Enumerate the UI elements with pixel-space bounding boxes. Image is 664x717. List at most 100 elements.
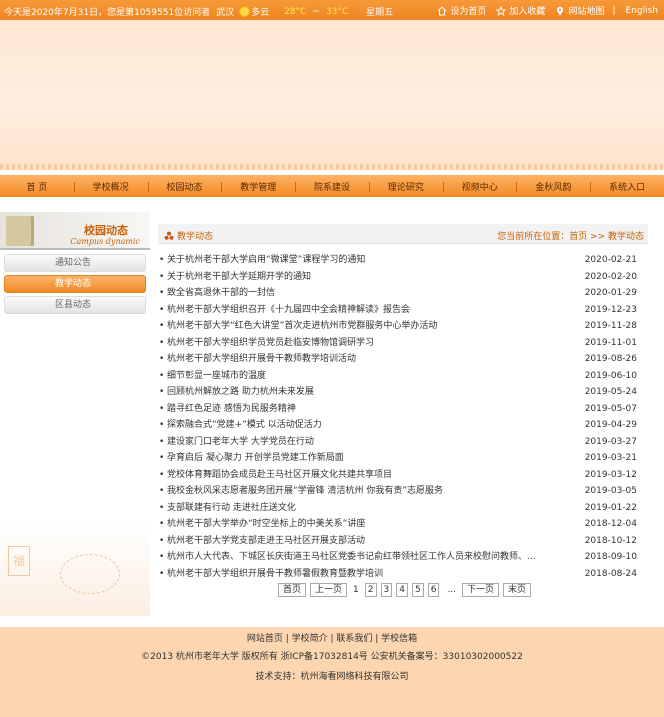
news-title[interactable]: 致全省高退休干部的一封信 xyxy=(167,285,567,302)
bullet-icon: • xyxy=(159,453,165,463)
top-links: 设为首页 加入收藏 网站地图 | English xyxy=(427,4,658,17)
weather-city: 武汉 xyxy=(216,8,235,18)
bullet-icon: • xyxy=(159,535,165,546)
add-favorite-link[interactable]: 加入收藏 xyxy=(496,4,545,17)
list-item[interactable]: • 建设家门口老年大学 大学党员在行动 2019-03-27 xyxy=(158,434,648,451)
list-item[interactable]: • 致全省高退休干部的一封信 2020-01-29 xyxy=(158,285,648,302)
news-title[interactable]: 杭州市人大代表、下城区长庆街道王马社区党委书记俞红带领社区工作人员来校慰问教师、… xyxy=(167,549,567,566)
list-item[interactable]: • 支部联建有行动 走进社庄送文化 2019-01-22 xyxy=(158,500,648,517)
page-3[interactable]: 3 xyxy=(380,583,393,597)
news-date: 2019-11-28 xyxy=(584,321,637,331)
news-title[interactable]: 杭州老干部大学举办“时空坐标上的中美关系”讲座 xyxy=(167,516,567,533)
list-item[interactable]: • 探索融合式“党建+”模式 以活动促活力 2019-04-29 xyxy=(158,417,648,434)
banner-stripe xyxy=(0,164,664,170)
prev-page-button[interactable]: 上一页 xyxy=(310,583,348,597)
page-4[interactable]: 4 xyxy=(396,583,408,597)
list-item[interactable]: • 杭州老干部大学党支部走进王马社区开展支部活动 2018-10-12 xyxy=(158,533,648,550)
news-title[interactable]: 细节彰显一座城市的温度 xyxy=(167,368,567,385)
news-title[interactable]: 杭州老干部大学“红色大讲堂”首次走进杭州市党群服务中心举办活动 xyxy=(167,318,567,335)
news-date: 2019-03-05 xyxy=(584,486,637,496)
sidebar: 校园动态 Campus dynamic 通知公告 教学动态 区县动态 福 xyxy=(0,212,150,616)
nav-home[interactable]: 首 页 xyxy=(0,180,74,193)
last-page-button[interactable]: 末页 xyxy=(503,583,532,597)
news-title[interactable]: 关于杭州老干部大学启用“微课堂”课程学习的通知 xyxy=(167,252,567,269)
news-date: 2019-05-07 xyxy=(584,403,637,414)
news-title[interactable]: 关于杭州老干部大学延期开学的通知 xyxy=(167,269,567,286)
breadcrumb[interactable]: 您当前所在位置：首页 >> 教学动态 xyxy=(497,229,644,242)
news-date: 2020-02-20 xyxy=(584,271,637,282)
news-title[interactable]: 建设家门口老年大学 大学党员在行动 xyxy=(167,434,567,451)
news-title[interactable]: 杭州老干部大学组织开展骨干教师暑假教育暨教学培训 xyxy=(167,566,567,583)
sidebar-item-teaching-news[interactable]: 教学动态 xyxy=(4,275,146,293)
nav-golden-autumn[interactable]: 金秋风韵 xyxy=(516,180,590,193)
list-item[interactable]: • 关于杭州老干部大学延期开学的通知 2020-02-20 xyxy=(158,269,648,286)
page-5[interactable]: 5 xyxy=(411,583,424,597)
news-date: 2019-06-10 xyxy=(584,370,637,381)
bullet-icon: • xyxy=(159,271,165,282)
nav-video-center[interactable]: 视频中心 xyxy=(442,180,517,193)
list-item[interactable]: • 回顾杭州解放之路 助力杭州未来发展 2019-05-24 xyxy=(158,384,648,401)
temp-high: 33°C xyxy=(325,6,349,17)
news-title[interactable]: 孕育启后 凝心聚力 开创学员党建工作新局面 xyxy=(167,450,567,467)
list-item[interactable]: • 孕育启后 凝心聚力 开创学员党建工作新局面 2019-03-21 xyxy=(158,450,648,467)
list-item[interactable]: • 我校金秋风采志愿者服务团开展“学雷锋 清洁杭州 你我有责”志愿服务 2019-0… xyxy=(158,483,648,500)
add-favorite-label: 加入收藏 xyxy=(509,7,546,17)
list-item[interactable]: • 杭州老干部大学组织开展骨干教师教学培训活动 2019-08-26 xyxy=(158,351,648,368)
nav-campus-news[interactable]: 校园动态 xyxy=(147,180,222,193)
sidebar-item-notices[interactable]: 通知公告 xyxy=(4,254,146,272)
nav-school-overview[interactable]: 学校概况 xyxy=(73,180,148,193)
bullet-icon: • xyxy=(159,568,165,579)
news-date: 2019-01-22 xyxy=(584,502,637,513)
flower-bullet-icon xyxy=(164,231,174,240)
sidebar-subtitle: Campus dynamic xyxy=(70,237,140,246)
bullet-icon: • xyxy=(159,387,165,397)
news-title[interactable]: 回顾杭州解放之路 助力杭州未来发展 xyxy=(167,384,567,401)
list-item[interactable]: • 关于杭州老干部大学启用“微课堂”课程学习的通知 2020-02-21 xyxy=(158,252,648,269)
sidebar-decoration: 福 xyxy=(0,524,150,616)
list-item[interactable]: • 杭州老干部大学“红色大讲堂”首次走进杭州市党群服务中心举办活动 2019-11-… xyxy=(158,318,648,335)
bullet-icon: • xyxy=(159,486,165,496)
news-title[interactable]: 杭州老干部大学组织学员党员赴临安博物馆调研学习 xyxy=(167,335,567,352)
bullet-icon: • xyxy=(159,420,165,430)
nav-system-entry[interactable]: 系统入口 xyxy=(590,180,664,193)
star-icon xyxy=(496,5,507,16)
sidebar-item-district-news[interactable]: 区县动态 xyxy=(4,296,146,314)
bullet-icon: • xyxy=(159,502,165,513)
list-item[interactable]: • 党校体育舞蹈协会成员赴王马社区开展文化共建共享项目 2019-03-12 xyxy=(158,467,648,484)
news-date: 2018-09-10 xyxy=(584,552,637,562)
news-title[interactable]: 探索融合式“党建+”模式 以活动促活力 xyxy=(167,417,567,434)
news-title[interactable]: 杭州老干部大学组织召开《十九届四中全会精神解读》报告会 xyxy=(167,302,567,319)
news-title[interactable]: 我校金秋风采志愿者服务团开展“学雷锋 清洁杭州 你我有责”志愿服务 xyxy=(167,483,567,500)
first-page-button[interactable]: 首页 xyxy=(278,583,307,597)
home-icon xyxy=(438,5,447,15)
sidebar-title: 校园动态 xyxy=(84,224,128,237)
page-2[interactable]: 2 xyxy=(364,583,377,597)
nav-theory-research[interactable]: 理论研究 xyxy=(368,180,443,193)
top-bar-info: 今天是2020年7月31日，您是第1059551位访问者 武汉 多云 28°C … xyxy=(4,5,399,19)
news-title[interactable]: 支部联建有行动 走进社庄送文化 xyxy=(167,500,567,517)
set-homepage-link[interactable]: 设为首页 xyxy=(437,4,486,17)
list-item[interactable]: • 杭州市人大代表、下城区长庆街道王马社区党委书记俞红带领社区工作人员来校慰问教师… xyxy=(158,549,648,566)
footer-copyright: ©2013 杭州市老年大学 版权所有 浙ICP备17032814号 公安机关备案… xyxy=(141,652,523,662)
list-item[interactable]: • 杭州老干部大学组织开展骨干教师暑假教育暨教学培训 2018-08-24 xyxy=(158,566,648,583)
list-item[interactable]: • 杭州老干部大学组织学员党员赴临安博物馆调研学习 2019-11-01 xyxy=(158,335,648,352)
list-item[interactable]: • 踏寻红色足迹 感悟为民服务精神 2019-05-07 xyxy=(158,401,648,418)
news-title[interactable]: 党校体育舞蹈协会成员赴王马社区开展文化共建共享项目 xyxy=(167,467,567,484)
sitemap-link[interactable]: 网站地图 xyxy=(555,4,604,17)
temp-sep: ~ xyxy=(312,6,320,17)
english-link[interactable]: English xyxy=(626,6,659,16)
bullet-icon: • xyxy=(159,321,165,331)
next-page-button[interactable]: 下一页 xyxy=(462,583,500,597)
page-6[interactable]: 6 xyxy=(427,583,440,597)
news-title[interactable]: 杭州老干部大学组织开展骨干教师教学培训活动 xyxy=(167,351,567,368)
news-title[interactable]: 杭州老干部大学党支部走进王马社区开展支部活动 xyxy=(167,533,567,550)
footer-links[interactable]: 网站首页 | 学校简介 | 联系我们 | 学校信箱 xyxy=(0,631,664,644)
nav-department-building[interactable]: 院系建设 xyxy=(295,180,369,193)
news-date: 2019-11-01 xyxy=(584,337,637,348)
news-title[interactable]: 踏寻红色足迹 感悟为民服务精神 xyxy=(167,401,567,418)
list-item[interactable]: • 杭州老干部大学举办“时空坐标上的中美关系”讲座 2018-12-04 xyxy=(158,516,648,533)
bullet-icon: • xyxy=(159,370,165,381)
list-item[interactable]: • 杭州老干部大学组织召开《十九届四中全会精神解读》报告会 2019-12-23 xyxy=(158,302,648,319)
nav-teaching-management[interactable]: 教学管理 xyxy=(221,180,295,193)
list-item[interactable]: • 细节彰显一座城市的温度 2019-06-10 xyxy=(158,368,648,385)
